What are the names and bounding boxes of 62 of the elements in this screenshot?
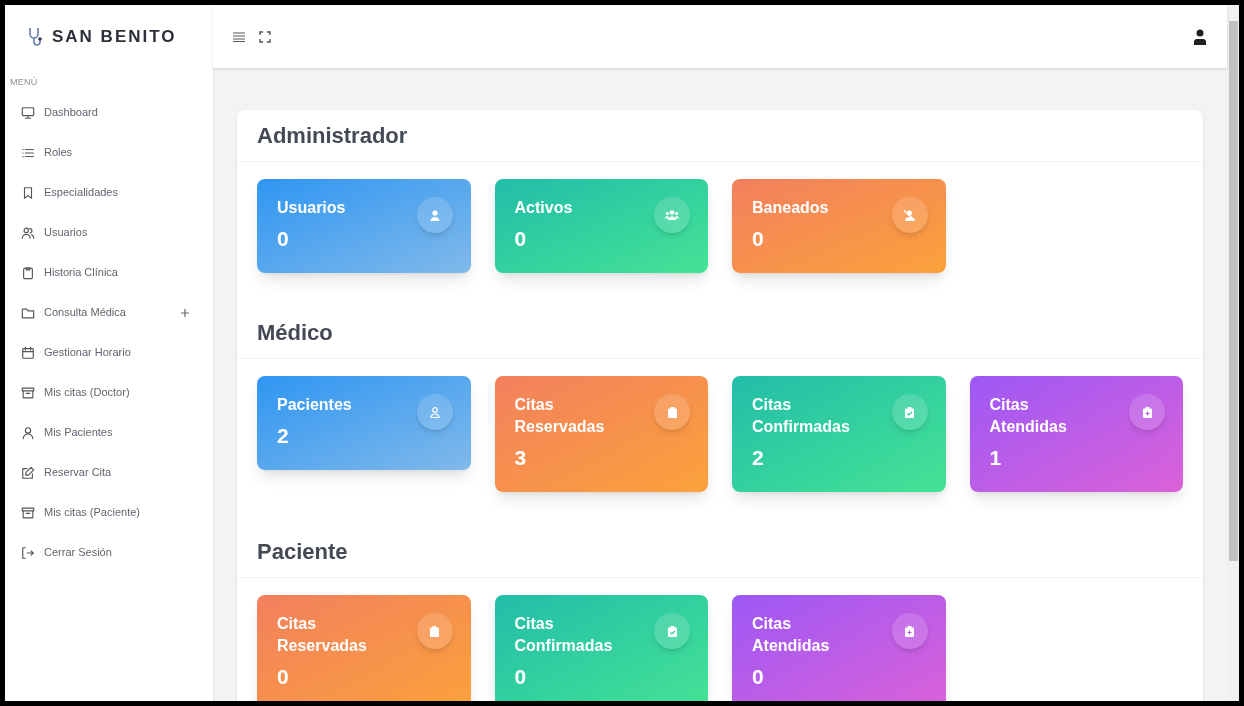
- stat-label: Citas Atendidas: [752, 614, 831, 656]
- stethoscope-icon: [28, 26, 44, 47]
- user-slash-icon: [891, 197, 928, 233]
- clipboard-check-icon: [891, 394, 928, 430]
- bookmark-icon: [21, 185, 35, 200]
- monitor-icon: [21, 105, 35, 120]
- users-icon: [654, 197, 690, 233]
- stat-value: 0: [514, 226, 528, 252]
- sidebar-item[interactable]: Historia Clínica: [21, 265, 189, 280]
- edit-icon: [21, 465, 35, 480]
- users-icon: [21, 225, 35, 240]
- section-title: Médico: [257, 319, 333, 347]
- archive-box-icon: [21, 505, 35, 520]
- stat-label: Citas Reservadas: [514, 395, 606, 437]
- doctor-avatar-icon[interactable]: [1193, 28, 1207, 45]
- stat-label: Citas Atendidas: [989, 395, 1068, 437]
- sidebar-item[interactable]: Reservar Cita: [21, 465, 189, 480]
- sidebar-item[interactable]: Usuarios: [21, 225, 189, 240]
- sidebar-item[interactable]: Mis citas (Paciente): [21, 505, 189, 520]
- stat-label: Citas Confirmadas: [514, 614, 614, 656]
- sidebar-item[interactable]: Especialidades: [21, 185, 189, 200]
- clipboard-plus-icon: [1129, 394, 1165, 430]
- stat-value: 0: [752, 226, 765, 252]
- sidebar-item[interactable]: Consulta Médica: [21, 305, 189, 320]
- fullscreen-icon[interactable]: [259, 30, 271, 43]
- clipboard-icon: [654, 394, 690, 430]
- clipboard-icon: [21, 265, 35, 280]
- stat-label: Usuarios: [277, 198, 347, 218]
- archive-box-icon: [21, 385, 35, 400]
- sidebar-item[interactable]: Cerrar Sesión: [21, 545, 189, 560]
- logout-icon: [21, 545, 35, 560]
- stat-value: 0: [752, 664, 765, 690]
- stat-value: 0: [514, 664, 528, 690]
- stat-label: Citas Reservadas: [277, 614, 368, 656]
- stat-label: Pacientes: [277, 395, 353, 415]
- clipboard-check-icon: [654, 613, 690, 649]
- clipboard-icon: [416, 613, 453, 649]
- menu-heading: MENÚ: [9, 76, 39, 89]
- stat-value: 1: [989, 445, 1003, 471]
- stat-value: 2: [277, 423, 290, 449]
- stat-value: 0: [277, 226, 290, 252]
- stat-label: Baneados: [752, 198, 830, 218]
- stat-label: Activos: [514, 198, 574, 218]
- folder-icon: [21, 305, 35, 320]
- stat-label: Citas Confirmadas: [752, 395, 851, 437]
- brand-name: SAN BENITO: [52, 25, 177, 48]
- menu-icon[interactable]: [233, 31, 245, 42]
- sidebar-item[interactable]: Dashboard: [21, 105, 189, 120]
- stat-value: 3: [514, 445, 528, 471]
- sidebar-item[interactable]: Gestionar Horario: [21, 345, 189, 360]
- stat-value: 2: [752, 445, 765, 471]
- sidebar-item[interactable]: Mis Pacientes: [21, 425, 189, 440]
- section-title: Administrador: [257, 122, 408, 150]
- sidebar-item[interactable]: Mis citas (Doctor): [21, 385, 189, 400]
- user-icon: [416, 197, 453, 233]
- calendar-icon: [21, 345, 35, 360]
- clipboard-plus-icon: [891, 613, 928, 649]
- section-title: Paciente: [257, 538, 348, 566]
- user-icon: [416, 394, 453, 430]
- sidebar-item[interactable]: Roles: [21, 145, 189, 160]
- stat-value: 0: [277, 664, 290, 690]
- user-icon: [21, 425, 35, 440]
